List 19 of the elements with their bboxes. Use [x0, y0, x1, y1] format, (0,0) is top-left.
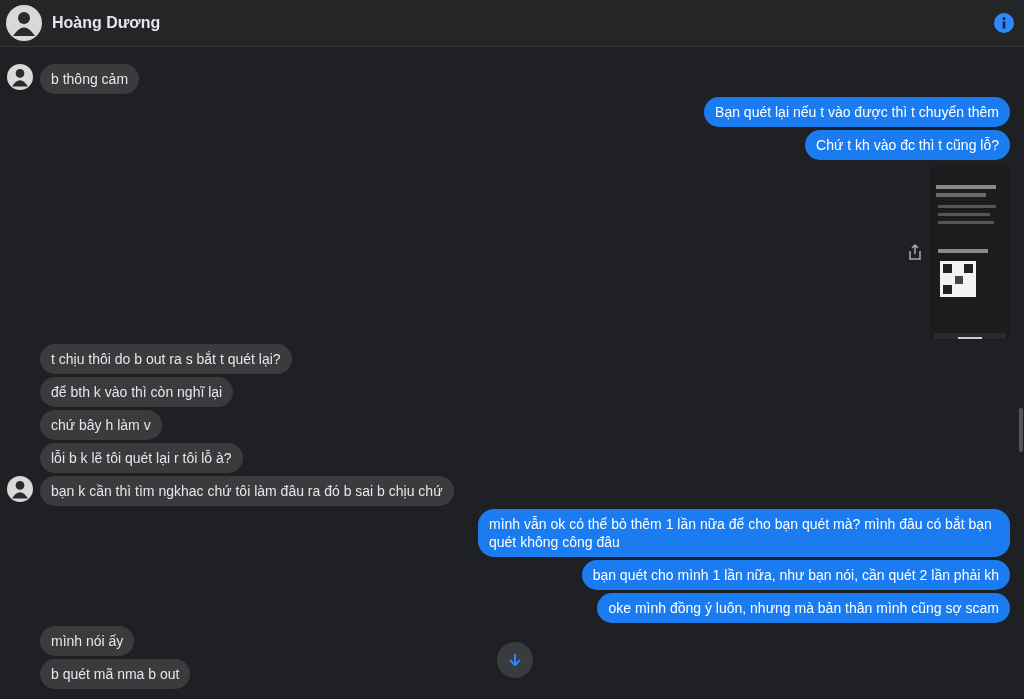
scrollbar-thumb[interactable] [1019, 408, 1023, 452]
message-bubble: bạn quét cho mình 1 lần nữa, như bạn nói, cần quét 2 lần phải kh [581, 560, 1010, 590]
info-icon[interactable] [994, 13, 1014, 33]
message-bubble: để bth k vào thì còn nghĩ lại [40, 377, 234, 407]
message-bubble: mình vẫn ok có thể bỏ thêm 1 lần nữa để cho bạn quét mà? mình đâu có bắt bạn quét không công đâu [478, 509, 1010, 557]
message-bubble: Bạn quét lại nếu t vào được thì t chuyển thêm [704, 97, 1010, 127]
message-bubble: bạn k cần thì tìm ngkhac chứ tôi làm đâu ra đó b sai b chịu chứ [40, 476, 454, 506]
message-bubble: oke mình đồng ý luôn, nhưng mà bản thân mình cũng sợ scam [597, 593, 1010, 623]
message-bubble: b quét mã nma b out [40, 659, 191, 689]
message-bubble: b thông cảm [40, 64, 140, 94]
message-bubble: chứ bây h làm v [40, 410, 162, 440]
profile-avatar [6, 5, 42, 41]
message-bubble: lỗi b k lẽ tôi quét lại r tôi lỗ à? [40, 443, 243, 473]
message-bubble: Chứ t kh vào đc thì t cũng lỗ? [805, 130, 1010, 160]
scroll-down-button[interactable] [497, 642, 533, 678]
message-bubble: mình nói ấy [40, 626, 135, 656]
share-icon[interactable] [908, 244, 922, 260]
arrow-down-icon [507, 652, 523, 668]
message-bubble: t chịu thôi do b out ra s bắt t quét lại? [40, 344, 292, 374]
